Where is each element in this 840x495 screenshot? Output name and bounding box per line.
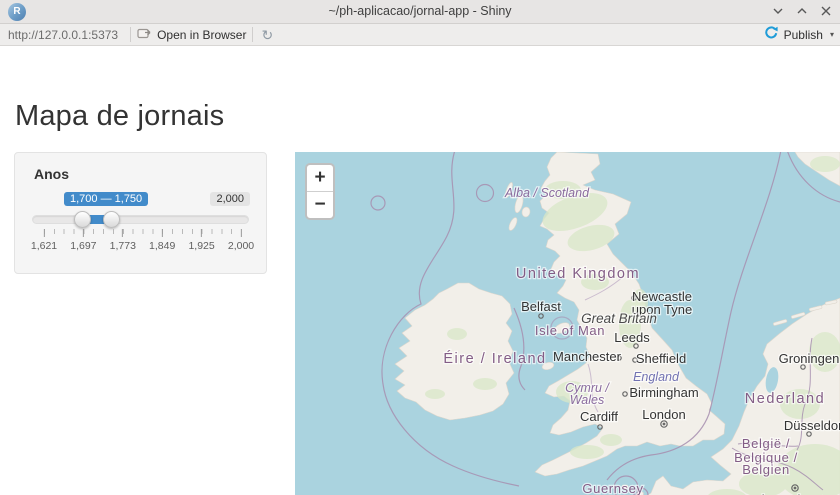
viewer-toolbar: http://127.0.0.1:5373 Open in Browser ↻ … <box>0 24 840 46</box>
map-canvas: Alba / Scotland United Kingdom Belfast N… <box>295 152 840 495</box>
close-icon[interactable] <box>820 5 832 17</box>
map-label-united-kingdom: United Kingdom <box>516 266 640 282</box>
sidebar-panel: Anos 1,700 — 1,750 2,000 1,621 1,697 1,7… <box>14 152 267 274</box>
slider-handle-from[interactable] <box>74 211 91 228</box>
slider-grid-tick: 1,697 <box>70 229 96 252</box>
publish-button[interactable]: Publish <box>784 28 823 42</box>
refresh-icon[interactable]: ↻ <box>259 28 275 42</box>
map-label-sheffield: Sheffield <box>636 351 686 366</box>
map-label-dusseldorf: Düsseldorf <box>784 418 840 433</box>
leaflet-map[interactable]: Alba / Scotland United Kingdom Belfast N… <box>295 152 840 495</box>
slider-grid: 1,621 1,697 1,773 1,849 1,925 2,000 <box>44 229 241 263</box>
wadden-island <box>773 319 787 326</box>
map-label-nederland: Nederland <box>745 391 825 407</box>
slider-grid-tick: 2,000 <box>228 229 254 252</box>
slider-grid-tick: 1,621 <box>31 229 57 252</box>
map-label-guernsey: Guernsey <box>582 481 643 495</box>
minimize-icon[interactable] <box>772 5 784 17</box>
zoom-in-button[interactable]: + <box>307 165 333 191</box>
hebrides-island <box>507 216 518 231</box>
map-label-cardiff: Cardiff <box>580 409 618 424</box>
map-label-wales: Wales <box>570 393 605 407</box>
slider-max-label: 2,000 <box>210 192 250 206</box>
map-label-manchester: Manchester <box>553 349 622 364</box>
map-label-belgie: België / <box>742 436 790 451</box>
open-in-browser-button[interactable]: Open in Browser <box>137 27 246 42</box>
hebrides-island <box>521 206 531 217</box>
zoom-out-button[interactable]: − <box>307 192 333 218</box>
map-label-alba-scotland: Alba / Scotland <box>504 186 590 200</box>
slider-track[interactable] <box>32 215 249 224</box>
open-in-browser-icon <box>137 27 152 42</box>
toolbar-divider <box>130 27 131 42</box>
maximize-icon[interactable] <box>796 5 808 17</box>
app-url-label: http://127.0.0.1:5373 <box>8 28 118 42</box>
map-zoom-control: + − <box>305 163 335 220</box>
map-label-leeds: Leeds <box>614 330 650 345</box>
map-label-groningen: Groningen <box>779 351 840 366</box>
map-label-london: London <box>642 407 685 422</box>
map-label-eire-ireland: Éire / Ireland <box>443 350 546 367</box>
toolbar-divider <box>252 27 253 42</box>
map-label-england: England <box>633 370 680 384</box>
open-in-browser-label: Open in Browser <box>157 28 246 42</box>
slider-grid-tick: 1,925 <box>188 229 214 252</box>
publish-icon <box>764 26 779 44</box>
map-label-belgien: Belgien <box>742 462 790 477</box>
slider-value-tooltip: 1,700 — 1,750 <box>64 192 148 206</box>
window-titlebar: R ~/ph-aplicacao/jornal-app - Shiny <box>0 0 840 24</box>
map-label-isle-of-man: Isle of Man <box>535 323 605 338</box>
publish-caret-icon[interactable]: ▾ <box>828 30 834 39</box>
year-range-slider[interactable]: 1,700 — 1,750 2,000 1,621 1,697 1,773 1,… <box>15 153 266 273</box>
page-title: Mapa de jornais <box>15 100 224 133</box>
slider-grid-tick: 1,773 <box>110 229 136 252</box>
shiny-app-page: Mapa de jornais Anos 1,700 — 1,750 2,000… <box>0 46 840 495</box>
window-title: ~/ph-aplicacao/jornal-app - Shiny <box>0 4 840 18</box>
slider-handle-to[interactable] <box>103 211 120 228</box>
map-label-birmingham: Birmingham <box>629 385 698 400</box>
map-label-belfast: Belfast <box>521 299 561 314</box>
slider-grid-tick: 1,849 <box>149 229 175 252</box>
